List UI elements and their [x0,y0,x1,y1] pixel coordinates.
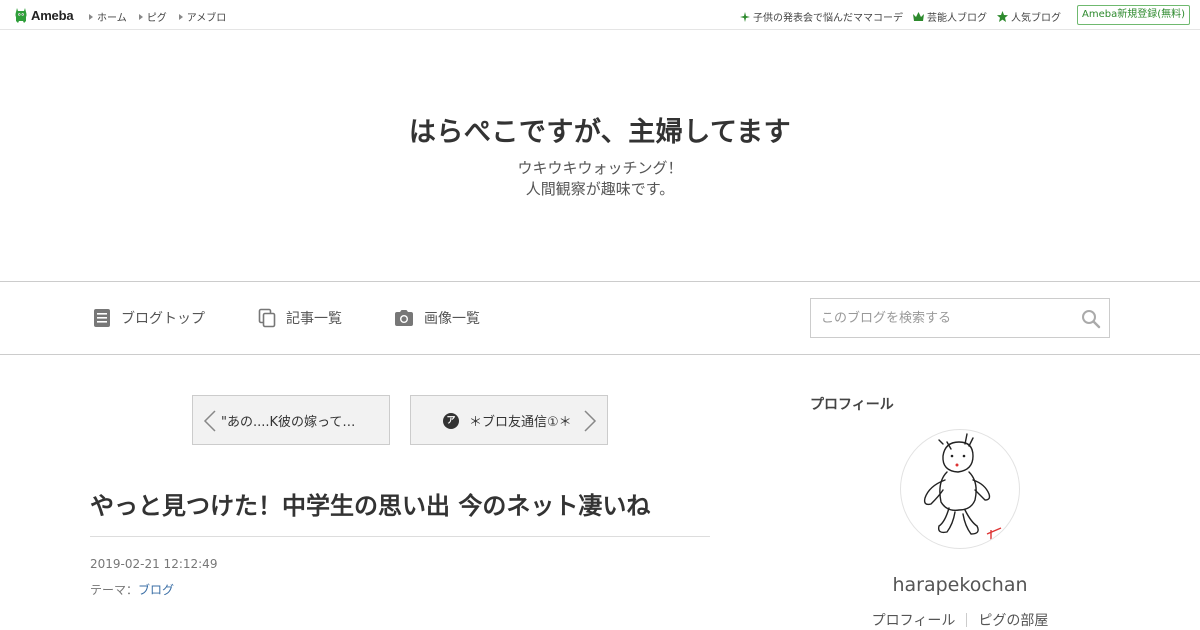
avatar[interactable] [900,429,1020,549]
crown-icon [913,12,924,21]
top-link-popular-blog[interactable]: 人気ブログ [997,9,1061,24]
top-nav-home[interactable]: ホーム [89,9,127,24]
article-title[interactable]: やっと見つけた！中学生の思い出 今のネット凄いね [90,486,650,521]
search-icon[interactable] [1081,309,1101,329]
blog-description-line: 人間観察が趣味です。 [525,180,675,198]
avatar-drawing [923,433,1012,543]
ameba-badge-icon: ア [443,413,459,429]
profile-heading: プロフィール [810,397,894,413]
triangle-right-icon [178,13,183,20]
top-link-label: 人気ブログ [1011,13,1061,24]
ameba-logo[interactable]: Ameba [14,6,74,24]
profile-username[interactable]: harapekochan [810,574,1110,596]
top-nav-pigg[interactable]: ピグ [138,9,167,24]
blog-search-input[interactable] [811,299,1071,337]
blog-description-line: ウキウキウォッチング！ [517,159,683,177]
article-divider [90,536,710,537]
register-button[interactable]: Ameba新規登録(無料) [1077,5,1190,25]
star-icon [997,11,1008,22]
nav-label: ブログトップ [121,311,205,327]
nav-blog-top[interactable]: ブログトップ [93,282,205,354]
theme-prefix: テーマ： [90,583,139,597]
top-link-celebrity-blog[interactable]: 芸能人ブログ [913,9,987,24]
link-separator [966,613,968,627]
profile-links: プロフィール ピグの部屋 [810,610,1110,630]
triangle-right-icon [138,13,143,20]
top-nav: ホーム ピグ アメブロ [89,9,238,24]
nav-entry-list[interactable]: 記事一覧 [258,282,342,354]
nav-label: 画像一覧 [424,311,480,327]
chevron-right-icon [584,410,597,432]
blog-title[interactable]: はらぺこですが、主婦してます [0,110,1200,149]
pigg-room-link[interactable]: ピグの部屋 [978,610,1048,630]
blog-description: ウキウキウォッチング！ 人間観察が趣味です。 [0,158,1200,200]
nav-image-list[interactable]: 画像一覧 [394,282,480,354]
next-entry-label: ＊ブロ友通信①＊ [469,414,572,430]
camera-icon [395,310,413,326]
prev-entry-button[interactable]: "あの....K彼の嫁って… [192,395,390,445]
top-link-label: 子供の発表会で悩んだママコーデ [753,13,903,24]
top-nav-label: ピグ [146,13,167,24]
top-link-coordinate[interactable]: 子供の発表会で悩んだママコーデ [740,9,903,24]
nav-label: 記事一覧 [286,311,342,327]
profile-link[interactable]: プロフィール [872,610,956,630]
copy-pages-icon [258,308,276,328]
top-right-links: 子供の発表会で悩んだママコーデ 芸能人ブログ 人気ブログ [730,9,1061,24]
top-link-label: 芸能人ブログ [927,13,987,24]
article-theme: テーマ：ブログ [90,581,174,598]
prev-entry-label: "あの....K彼の嫁って… [221,414,356,430]
ameba-mascot-icon [14,7,28,24]
chevron-left-icon [203,410,216,432]
document-icon [94,309,110,327]
top-bar: Ameba ホーム ピグ アメブロ 子供の発表会で悩んだママコーデ 芸能人ブログ… [0,0,1200,30]
top-nav-label: ホーム [97,13,127,24]
top-nav-label: アメブロ [186,13,227,24]
theme-link[interactable]: ブログ [138,583,174,597]
top-nav-ameblo[interactable]: アメブロ [178,9,227,24]
blog-search-box [810,298,1110,338]
next-entry-button[interactable]: ア ＊ブロ友通信①＊ [410,395,608,445]
blog-nav-bar: ブログトップ 記事一覧 画像一覧 [0,281,1200,355]
triangle-right-icon [89,13,93,20]
logo-text: Ameba [31,7,74,23]
article-date: 2019-02-21 12:12:49 [90,557,218,571]
sparkle-icon [740,11,750,22]
